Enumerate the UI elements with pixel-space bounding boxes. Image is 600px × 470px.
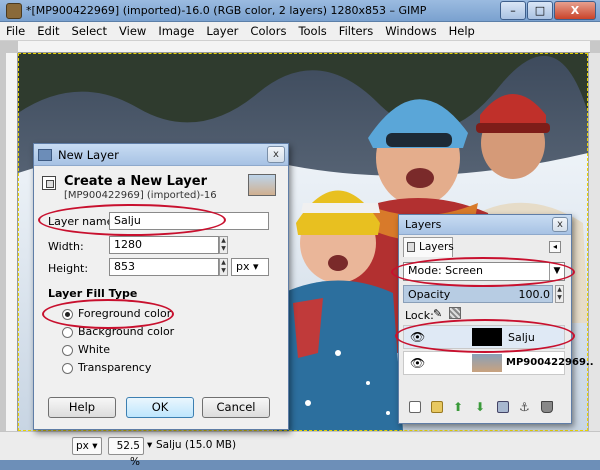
radio-white[interactable]	[62, 345, 73, 356]
radio-background[interactable]	[62, 327, 73, 338]
window-title: *[MP900422969] (imported)-16.0 (RGB colo…	[26, 4, 427, 17]
minimize-button[interactable]: –	[500, 1, 526, 20]
opacity-label: Opacity	[408, 288, 451, 301]
option-transparency-label: Transparency	[78, 361, 152, 374]
layer-dialog-icon	[38, 149, 52, 161]
duplicate-layer-icon[interactable]	[497, 401, 509, 413]
menu-image[interactable]: Image	[152, 22, 200, 38]
layers-tab-icon	[407, 242, 415, 252]
ok-button[interactable]: OK	[126, 397, 194, 418]
dialog-subheading: [MP900422969] (imported)-16	[64, 190, 217, 201]
title-bar: *[MP900422969] (imported)-16.0 (RGB colo…	[0, 0, 600, 22]
menu-bar: File Edit Select View Image Layer Colors Tools F…	[0, 22, 600, 41]
menu-tools[interactable]: Tools	[292, 22, 332, 38]
annotation-oval-salju-layer	[395, 319, 575, 353]
cancel-button[interactable]: Cancel	[202, 397, 270, 418]
height-label: Height:	[48, 262, 89, 275]
menu-layer[interactable]: Layer	[200, 22, 244, 38]
dialog-title-bar: New Layer x	[34, 144, 288, 166]
layers-close-button[interactable]: x	[552, 217, 568, 232]
horizontal-ruler[interactable]	[18, 41, 590, 53]
height-field[interactable]: 853	[109, 258, 219, 276]
layers-dock: Layers x Layers ◂ Mode: Screen ▼ Opacity…	[391, 214, 594, 424]
menu-file[interactable]: File	[0, 22, 31, 38]
chevron-down-icon[interactable]: ▾	[144, 437, 154, 455]
paintbrush-lock-icon[interactable]: ✎	[433, 307, 442, 320]
menu-view[interactable]: View	[113, 22, 152, 38]
annotation-oval-layer-name	[38, 204, 226, 236]
layers-title: Layers	[405, 218, 442, 231]
dialog-close-button[interactable]: x	[267, 146, 285, 163]
layer-thumb-photo	[472, 354, 502, 372]
menu-select[interactable]: Select	[66, 22, 113, 38]
dialog-heading: Create a New Layer	[64, 174, 207, 189]
unit-select-value: px	[76, 440, 89, 452]
layers-title-bar: Layers x	[399, 215, 571, 235]
menu-colors[interactable]: Colors	[244, 22, 292, 38]
maximize-button[interactable]: □	[527, 1, 553, 20]
opacity-value: 100.0	[518, 288, 551, 301]
annotation-oval-mode	[391, 257, 575, 287]
opacity-stepper[interactable]: ▲ ▼	[555, 285, 564, 303]
layer-row-photo[interactable]: 👁 MP900422969..	[403, 351, 594, 375]
image-thumbnail	[248, 174, 276, 196]
unit-dropdown-value: px	[236, 260, 250, 273]
alpha-lock-icon[interactable]	[449, 307, 461, 319]
eye-icon[interactable]: 👁	[410, 356, 425, 370]
anchor-icon[interactable]: ⚓	[519, 401, 531, 413]
height-stepper[interactable]: ▲ ▼	[219, 258, 228, 276]
width-field[interactable]: 1280	[109, 236, 219, 254]
width-label: Width:	[48, 240, 84, 253]
option-white-label: White	[78, 343, 110, 356]
fill-type-label: Layer Fill Type	[48, 287, 138, 300]
close-window-button[interactable]: X	[554, 1, 596, 20]
menu-edit[interactable]: Edit	[31, 22, 65, 38]
radio-transparency[interactable]	[62, 363, 73, 374]
menu-filters[interactable]: Filters	[333, 22, 379, 38]
dialog-title: New Layer	[58, 148, 119, 162]
tab-layers[interactable]: Layers	[403, 237, 454, 257]
gimp-app-icon	[6, 3, 22, 19]
raise-layer-icon[interactable]: ⬆	[453, 401, 465, 413]
zoom-input[interactable]: 52.5 %	[108, 437, 144, 468]
layer-info: Salju (15.0 MB)	[156, 439, 237, 451]
vertical-scrollbar[interactable]	[588, 53, 600, 431]
status-bar: px ▾ 52.5 % ▾ Salju (15.0 MB)	[0, 431, 600, 468]
new-layer-dialog: New Layer x Create a New Layer [MP900422…	[33, 143, 289, 430]
new-layer-group-icon[interactable]	[431, 401, 443, 413]
menu-windows[interactable]: Windows	[379, 22, 442, 38]
new-layer-icon[interactable]	[409, 401, 421, 413]
unit-dropdown[interactable]: px ▾	[231, 258, 269, 276]
menu-help[interactable]: Help	[443, 22, 481, 38]
opacity-slider[interactable]: Opacity 100.0	[403, 285, 553, 303]
lower-layer-icon[interactable]: ⬇	[475, 401, 487, 413]
layer-name-photo: MP900422969..	[506, 357, 594, 368]
tab-layers-label: Layers	[419, 241, 454, 253]
annotation-oval-foreground	[42, 299, 174, 329]
vertical-ruler[interactable]	[6, 53, 18, 431]
lock-label: Lock:	[405, 309, 434, 322]
unit-select[interactable]: px ▾	[72, 437, 102, 455]
new-layer-icon	[42, 176, 56, 190]
width-stepper[interactable]: ▲ ▼	[219, 236, 228, 254]
help-button[interactable]: Help	[48, 397, 116, 418]
delete-layer-icon[interactable]	[541, 401, 553, 413]
dock-menu-icon[interactable]: ◂	[549, 241, 561, 253]
